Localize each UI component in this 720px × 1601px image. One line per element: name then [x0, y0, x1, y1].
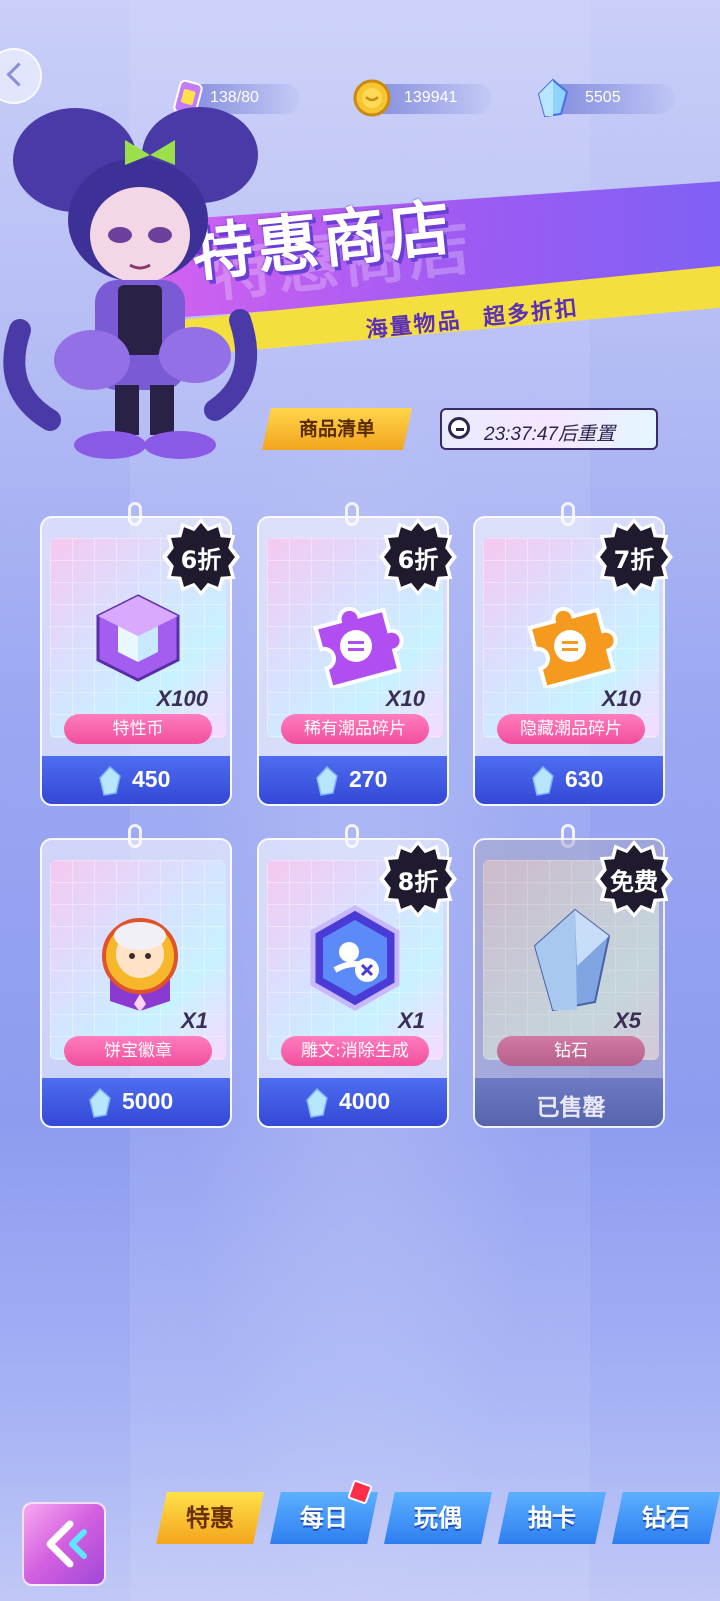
item-quantity: X1	[181, 1008, 208, 1033]
shop-item-card-sold-out[interactable]: X5 钻石 已售罄 免费	[473, 824, 673, 1128]
item-quantity: X5	[614, 1008, 641, 1033]
sold-out-label: 已售罄	[475, 1078, 663, 1126]
item-name: 特性币	[64, 714, 212, 744]
discount-label: 7折	[613, 546, 655, 574]
purple-puzzle-piece-icon	[313, 606, 404, 688]
item-name: 雕文:消除生成	[281, 1036, 429, 1066]
tab-diamonds[interactable]: 钻石	[612, 1492, 720, 1544]
bingbao-badge-icon	[102, 918, 178, 1012]
discount-badge: 6折	[162, 518, 240, 596]
mascot-character-illustration	[3, 107, 258, 459]
item-name: 饼宝徽章	[64, 1036, 212, 1066]
reset-timer: 23:37:47后重置	[440, 408, 658, 450]
item-name: 隐藏潮品碎片	[497, 714, 645, 744]
item-price: 630	[565, 766, 604, 792]
item-quantity: X1	[398, 1008, 425, 1033]
item-quantity: X10	[385, 686, 425, 711]
tab-gacha[interactable]: 抽卡	[498, 1492, 606, 1544]
card-body: X1 饼宝徽章 5000	[40, 838, 232, 1128]
item-price: 5000	[122, 1088, 174, 1114]
discount-badge: 7折	[595, 518, 673, 596]
sold-out-text: 已售罄	[536, 1094, 606, 1120]
diamond-counter: 5505	[537, 78, 675, 118]
shop-item-card[interactable]: X1 雕文:消除生成 4000 8折	[257, 824, 457, 1128]
buy-button[interactable]: 630	[475, 756, 663, 804]
item-price: 4000	[339, 1088, 391, 1114]
item-price: 450	[132, 766, 171, 792]
tab-special-offer[interactable]: 特惠	[156, 1492, 264, 1544]
purple-cube-icon	[96, 594, 180, 682]
diamond-icon	[89, 1088, 111, 1118]
diamond-icon	[532, 766, 554, 796]
diamond-icon	[537, 78, 569, 118]
diamond-crystal-icon	[533, 908, 611, 1012]
diamond-icon	[316, 766, 338, 796]
orange-puzzle-piece-icon	[527, 606, 618, 688]
item-name: 钻石	[497, 1036, 645, 1066]
item-quantity: X100	[156, 686, 208, 711]
shop-item-card[interactable]: X1 饼宝徽章 5000	[40, 824, 232, 1128]
back-button[interactable]	[22, 1502, 106, 1586]
item-name: 稀有潮品碎片	[281, 714, 429, 744]
glyph-hexagon-icon	[310, 905, 400, 1011]
shop-item-card[interactable]: X10 隐藏潮品碎片 630 7折	[473, 502, 673, 806]
free-badge: 免费	[595, 840, 673, 918]
shop-item-card[interactable]: X10 稀有潮品碎片 270 6折	[257, 502, 457, 806]
buy-button[interactable]: 270	[259, 756, 447, 804]
free-label: 免费	[610, 868, 658, 896]
buy-button[interactable]: 4000	[259, 1078, 447, 1126]
discount-label: 6折	[397, 546, 439, 574]
coin-counter: 139941	[353, 79, 492, 117]
discount-badge: 8折	[379, 840, 457, 918]
collapse-menu-button[interactable]	[0, 48, 42, 104]
discount-label: 6折	[180, 546, 222, 574]
clock-icon	[448, 417, 470, 439]
diamond-icon	[306, 1088, 328, 1118]
item-price: 270	[349, 766, 388, 792]
discount-badge: 6折	[379, 518, 457, 596]
tab-product-list[interactable]: 商品清单	[262, 408, 412, 450]
diamond-value: 5505	[585, 89, 621, 106]
buy-button[interactable]: 5000	[42, 1078, 230, 1126]
reset-timer-text: 23:37:47后重置	[484, 424, 615, 445]
gold-coin-icon	[353, 79, 391, 117]
back-arrow-icon	[46, 1520, 87, 1568]
coin-value: 139941	[404, 89, 458, 106]
item-quantity: X10	[601, 686, 641, 711]
shop-item-card[interactable]: X100 特性币 450 6折	[40, 502, 240, 806]
tab-dolls[interactable]: 玩偶	[384, 1492, 492, 1544]
discount-label: 8折	[397, 868, 439, 896]
buy-button[interactable]: 450	[42, 756, 230, 804]
diamond-icon	[99, 766, 121, 796]
